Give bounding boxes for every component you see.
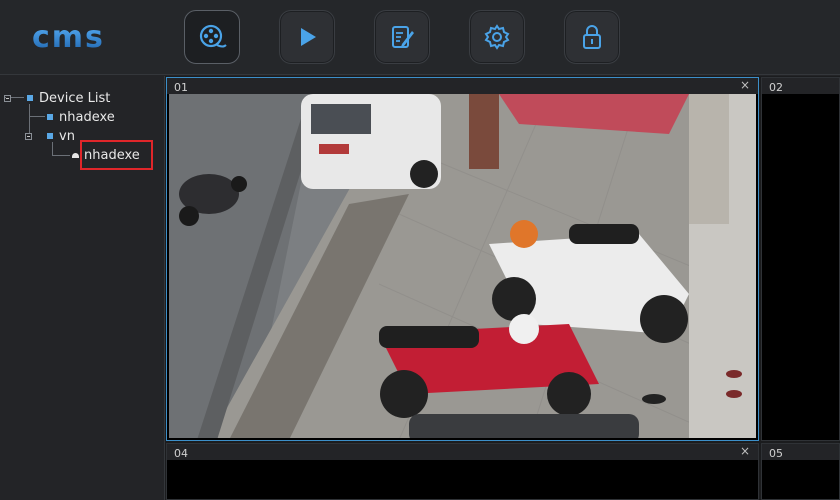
- pane-header: [167, 444, 758, 460]
- play-icon: [301, 28, 316, 46]
- tree-root-device-list[interactable]: Device List: [4, 89, 110, 107]
- edit-document-icon: [392, 26, 414, 48]
- pane-number: 04: [174, 447, 188, 460]
- svg-text:cms: cms: [32, 22, 105, 52]
- video-reel-icon: [199, 24, 227, 48]
- pane-header: [167, 78, 758, 94]
- tree-item-vn[interactable]: vn: [25, 127, 75, 145]
- log-button[interactable]: [374, 10, 430, 64]
- video-pane-04[interactable]: 04 ×: [166, 443, 759, 500]
- tree-item-nhadexe[interactable]: nhadexe: [47, 108, 115, 126]
- collapse-icon[interactable]: [4, 94, 11, 102]
- video-pane-01[interactable]: 01 ×: [166, 77, 759, 441]
- tree-item-label: nhadexe: [59, 109, 115, 125]
- camera-feed: [169, 94, 756, 438]
- tree-item-label: vn: [59, 128, 75, 144]
- close-icon[interactable]: ×: [740, 444, 750, 458]
- tree-line: [52, 155, 70, 156]
- live-view-button[interactable]: [184, 10, 240, 64]
- device-icon: [47, 133, 53, 139]
- close-icon[interactable]: ×: [740, 78, 750, 92]
- tree-root-label: Device List: [39, 90, 111, 106]
- lock-button[interactable]: [564, 10, 620, 64]
- gear-icon: [484, 24, 510, 50]
- settings-button[interactable]: [469, 10, 525, 64]
- top-toolbar: cms: [0, 0, 840, 75]
- camera-icon: [72, 152, 79, 158]
- video-pane-02[interactable]: 02: [761, 77, 840, 441]
- lock-icon: [583, 25, 601, 49]
- playback-button[interactable]: [279, 10, 335, 64]
- device-icon: [47, 114, 53, 120]
- collapse-icon[interactable]: [25, 132, 32, 140]
- folder-icon: [27, 95, 33, 101]
- tree-line: [29, 116, 45, 117]
- pane-number: 01: [174, 81, 188, 94]
- video-pane-05[interactable]: 05: [761, 443, 840, 500]
- cms-logo: cms: [30, 20, 140, 55]
- pane-number: 05: [769, 447, 783, 460]
- pane-number: 02: [769, 81, 783, 94]
- selection-highlight: [80, 140, 153, 170]
